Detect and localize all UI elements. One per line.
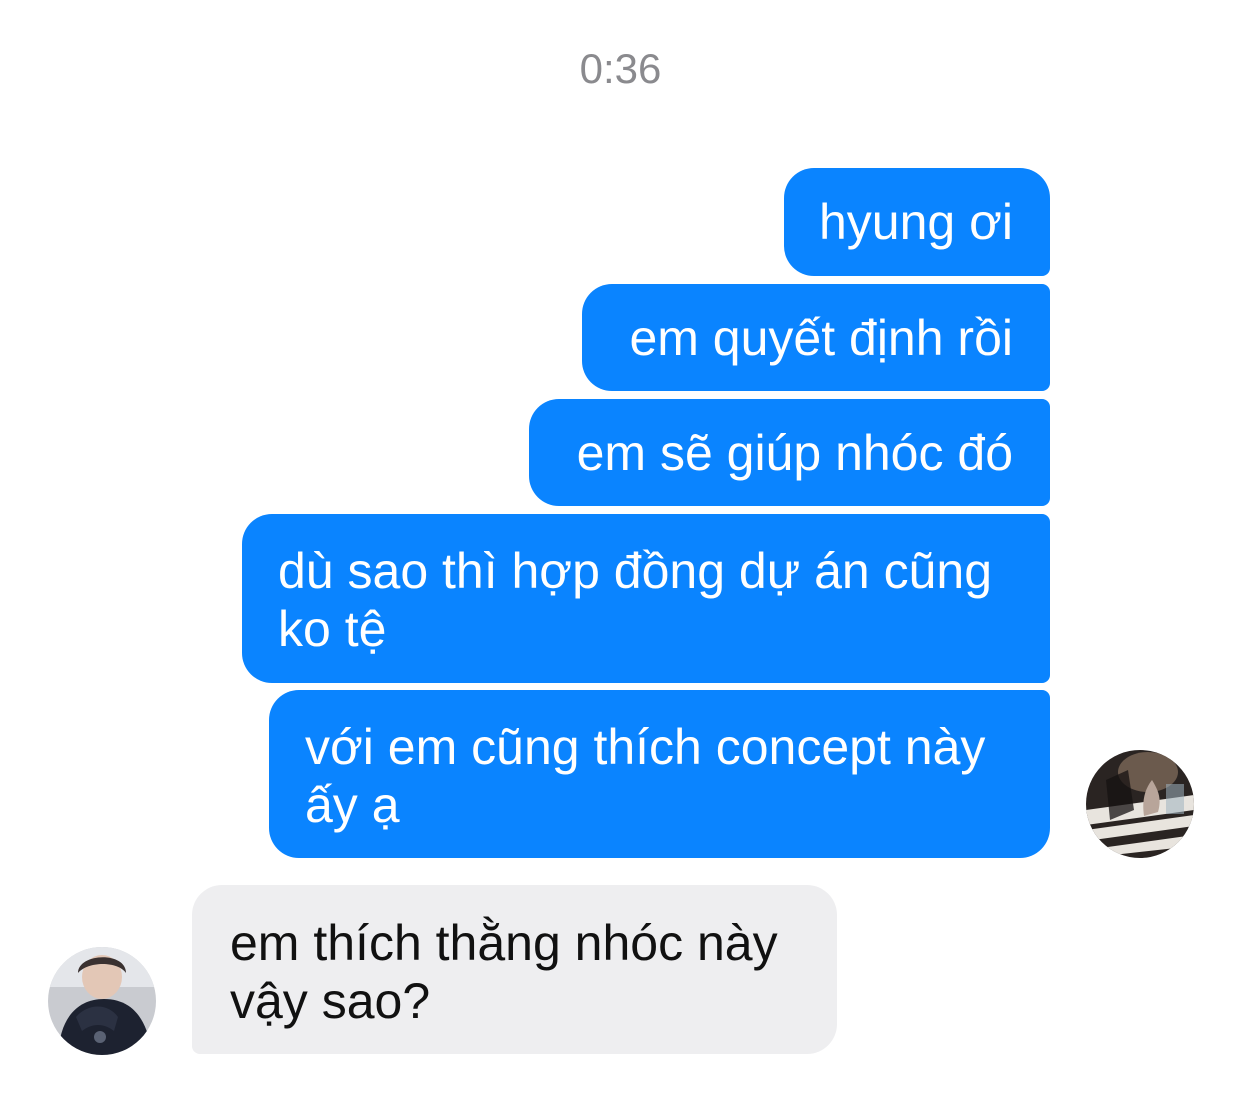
message-text-line: ko tệ: [278, 601, 387, 657]
message-text-line: ấy ạ: [305, 777, 400, 833]
outgoing-message-bubble[interactable]: với em cũng thích concept này ấy ạ: [269, 690, 1050, 858]
message-text-line: vậy sao?: [230, 973, 431, 1029]
outgoing-message-bubble[interactable]: hyung ơi: [784, 168, 1050, 276]
outgoing-message-bubble[interactable]: em quyết định rồi: [582, 284, 1050, 391]
message-text-line: dù sao thì hợp đồng dự án cũng: [278, 543, 993, 599]
incoming-message-bubble[interactable]: em thích thằng nhóc này vậy sao?: [192, 885, 837, 1054]
outgoing-message-bubble[interactable]: em sẽ giúp nhóc đó: [529, 399, 1050, 506]
message-text: hyung ơi: [818, 194, 1013, 250]
profile-photo: [1086, 750, 1194, 858]
message-text-line: với em cũng thích concept này: [305, 719, 986, 775]
profile-photo: [48, 947, 156, 1055]
outgoing-message-bubble[interactable]: dù sao thì hợp đồng dự án cũng ko tệ: [242, 514, 1050, 683]
contact-avatar[interactable]: [48, 947, 156, 1055]
message-text: em quyết định rồi: [629, 310, 1013, 366]
sender-avatar[interactable]: [1086, 750, 1194, 858]
message-text-line: em thích thằng nhóc này: [230, 915, 778, 971]
message-timestamp: 0:36: [579, 45, 662, 92]
message-text: em sẽ giúp nhóc đó: [576, 425, 1013, 481]
